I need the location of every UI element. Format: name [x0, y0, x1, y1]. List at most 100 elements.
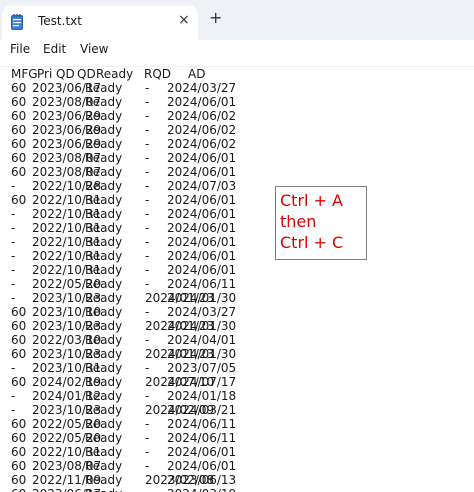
text-line: -2022/05/20 Ready -2024/06/11 — [11, 277, 471, 291]
text-line: 60 2023/06/29 Ready -2024/06/02 — [11, 123, 471, 137]
rqd-cell: - — [145, 235, 150, 249]
ad-cell: 2023/06/13 — [167, 473, 237, 487]
ad-cell: 2024/06/01 — [167, 235, 237, 249]
rqd-cell: - — [145, 389, 150, 403]
instruction-callout: Ctrl + A then Ctrl + C — [275, 186, 367, 260]
text-editor-area[interactable]: MFG Pri QD QD Ready RQD AD 60 2023/06/17 R… — [0, 67, 474, 492]
ready-cell: Ready — [85, 249, 123, 263]
header-line: MFG Pri QD QD Ready RQD AD — [11, 67, 471, 81]
ad-cell: 2024/06/11 — [167, 417, 237, 431]
mfg-cell: 60 — [11, 109, 27, 123]
tab-test-txt[interactable]: Test.txt × — [2, 6, 198, 40]
rqd-cell: - — [145, 277, 150, 291]
ready-cell: Ready — [85, 291, 123, 305]
ready-cell: Ready — [85, 221, 123, 235]
ad-cell: 2024/06/01 — [167, 459, 237, 473]
mfg-cell: - — [11, 263, 16, 277]
ad-cell: 2024/03/27 — [167, 305, 237, 319]
ready-cell: Ready — [85, 207, 123, 221]
close-tab-icon[interactable]: × — [178, 12, 190, 28]
tab-title: Test.txt — [38, 14, 82, 28]
rqd-cell: - — [145, 459, 150, 473]
text-line: 60 2023/06/17 Ready -2024/03/27 — [11, 81, 471, 95]
text-line: -2023/10/23 Ready 2024/02/09 2024/03/21 — [11, 403, 471, 417]
ready-cell: Ready — [85, 81, 123, 95]
text-line: 60 2022/03/10 Ready -2024/04/01 — [11, 333, 471, 347]
new-tab-button[interactable]: + — [209, 10, 222, 26]
ad-cell: 2024/03/21 — [167, 403, 237, 417]
rqd-cell: - — [145, 445, 150, 459]
title-bar: Test.txt × + — [0, 0, 474, 40]
text-line: -2023/10/23 Ready 2024/01/23 2024/01/30 — [11, 291, 471, 305]
mfg-cell: 60 — [11, 193, 27, 207]
ad-cell: 2024/06/01 — [167, 221, 237, 235]
text-line: -2024/01/12 Ready -2024/01/18 — [11, 389, 471, 403]
mfg-cell: - — [11, 235, 16, 249]
mfg-cell: - — [11, 291, 16, 305]
rqd-cell: - — [145, 193, 150, 207]
text-line: 60 2023/08/07 Ready -2024/06/01 — [11, 95, 471, 109]
ad-cell: 2024/04/01 — [167, 333, 237, 347]
menu-file[interactable]: File — [8, 42, 32, 56]
mfg-cell: 60 — [11, 137, 27, 151]
text-line: 60 2023/10/23 Ready 2024/01/23 2024/01/30 — [11, 319, 471, 333]
ad-cell: 2024/06/01 — [167, 165, 237, 179]
ad-cell: 2024/06/02 — [167, 123, 237, 137]
header-pri: Pri — [37, 67, 53, 81]
ready-cell: Ready — [85, 263, 123, 277]
ready-cell: Ready — [85, 137, 123, 151]
ad-cell: 2024/06/01 — [167, 95, 237, 109]
rqd-cell: - — [145, 123, 150, 137]
ad-cell: 2024/06/01 — [167, 263, 237, 277]
menu-bar: File Edit View — [0, 40, 474, 66]
text-line: -2022/10/31 Ready -2024/06/01 — [11, 263, 471, 277]
rqd-cell: - — [145, 249, 150, 263]
ad-cell: 2024/07/03 — [167, 179, 237, 193]
ready-cell: Ready — [85, 403, 123, 417]
rqd-cell: - — [145, 137, 150, 151]
text-line: 60 2023/08/07 Ready -2024/06/01 — [11, 459, 471, 473]
ready-cell: Ready — [85, 445, 123, 459]
ad-cell: 2024/06/01 — [167, 249, 237, 263]
mfg-cell: 60 — [11, 487, 26, 492]
ad-cell: 2024/01/30 — [167, 347, 237, 361]
mfg-cell: 60 — [11, 375, 27, 389]
menu-edit[interactable]: Edit — [41, 42, 68, 56]
mfg-cell: 60 — [11, 445, 27, 459]
ad-cell: 2023/07/05 — [167, 361, 237, 375]
text-line: 60 2023/08/07 Ready -2024/06/01 — [11, 165, 471, 179]
ready-cell: Ready — [85, 431, 123, 445]
text-line: -2023/10/31 Ready -2023/07/05 — [11, 361, 471, 375]
ready-cell: Ready — [85, 459, 123, 473]
ready-cell: Ready — [85, 193, 123, 207]
ad-cell: 2024/06/11 — [167, 277, 237, 291]
menu-view[interactable]: View — [78, 42, 110, 56]
ready-cell: Ready — [85, 375, 123, 389]
ready-cell: Ready — [85, 361, 123, 375]
rqd-cell: - — [145, 165, 150, 179]
text-line: 60 2023/10/10 Ready -2024/03/27 — [11, 305, 471, 319]
text-line: 602023/06/17Ready-2024/03/19 — [11, 487, 471, 492]
text-line: -2022/10/28 Ready -2024/07/03 — [11, 179, 471, 193]
rqd-cell: - — [145, 417, 150, 431]
rqd-cell: - — [145, 81, 150, 95]
rqd-cell: - — [145, 207, 150, 221]
ad-cell: 2024/06/11 — [167, 431, 237, 445]
text-line: 60 2022/05/20 Ready -2024/06/11 — [11, 417, 471, 431]
text-line: -2022/10/31 Ready -2024/06/01 — [11, 207, 471, 221]
ready-cell: Ready — [85, 165, 123, 179]
ready-cell: Ready — [85, 123, 123, 137]
text-line: 60 2023/10/23 Ready 2024/01/23 2024/01/30 — [11, 347, 471, 361]
mfg-cell: 60 — [11, 431, 27, 445]
callout-line-3: Ctrl + C — [280, 233, 344, 252]
mfg-cell: 60 — [11, 151, 27, 165]
ready-cell: Ready — [85, 179, 123, 193]
mfg-cell: 60 — [11, 305, 27, 319]
header-rqd: RQD — [144, 67, 172, 81]
mfg-cell: 60 — [11, 319, 27, 333]
header-qd-2: QD — [77, 67, 96, 81]
ready-cell: Ready — [85, 487, 122, 492]
text-line: -2022/10/31 Ready -2024/06/01 — [11, 235, 471, 249]
ready-cell: Ready — [85, 277, 123, 291]
rqd-cell: - — [145, 221, 150, 235]
